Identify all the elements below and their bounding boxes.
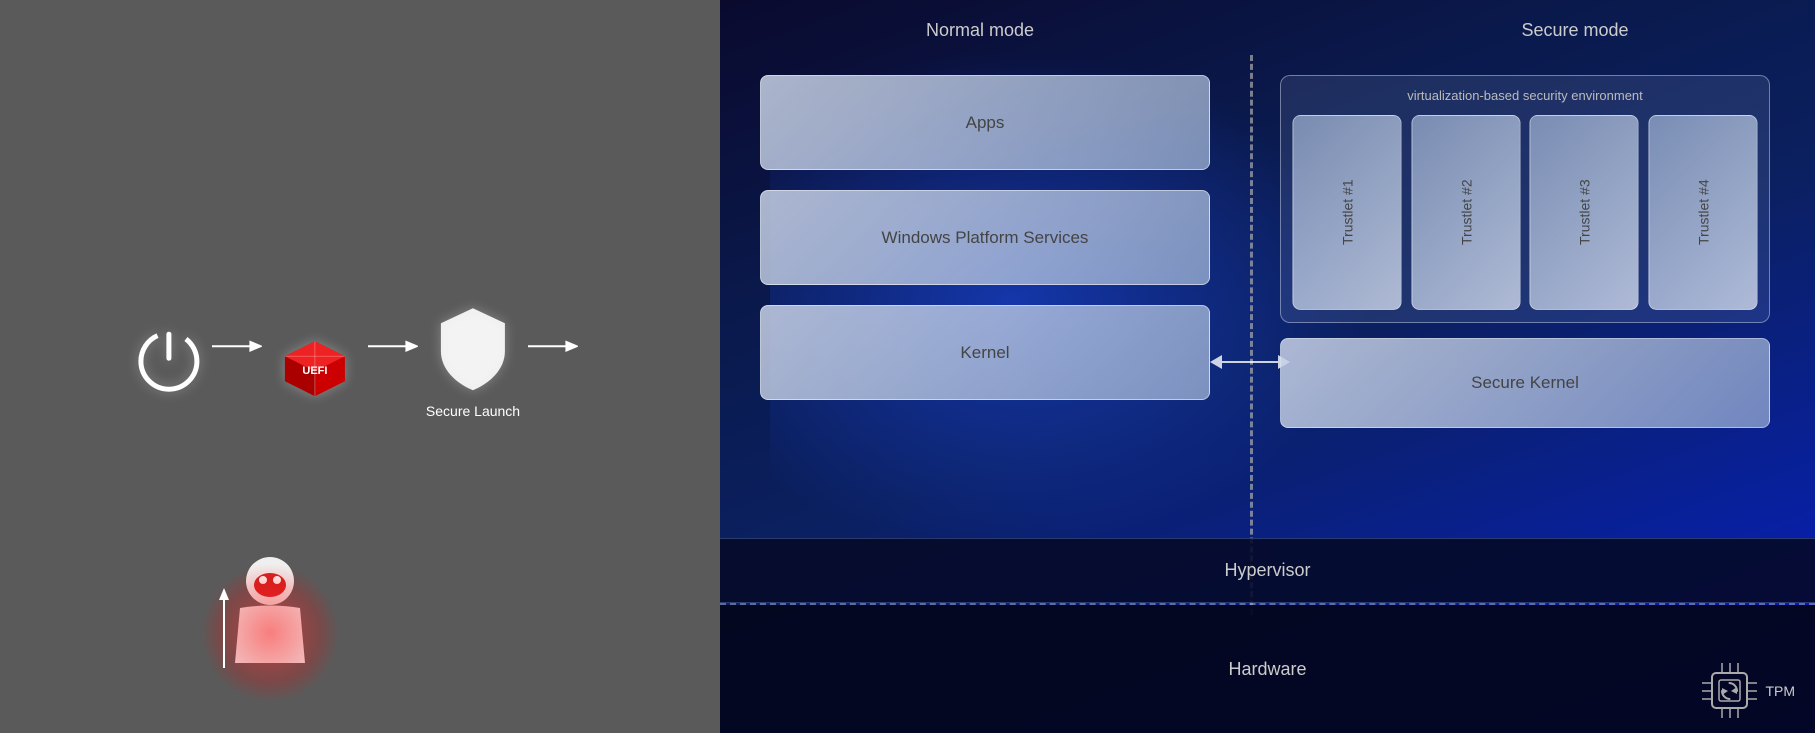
apps-box: Apps <box>760 75 1210 170</box>
wps-box: Windows Platform Services <box>760 190 1210 285</box>
uefi-icon-group: UEFI <box>270 316 360 406</box>
kernel-label: Kernel <box>960 343 1009 363</box>
normal-mode-area: Apps Windows Platform Services Kernel <box>760 75 1210 400</box>
tpm-chip-icon <box>1702 663 1757 718</box>
arrow-2 <box>368 336 418 356</box>
trustlet-3-label: Trustlet #3 <box>1576 180 1592 246</box>
kernel-box: Kernel <box>760 305 1210 400</box>
trustlet-2-box: Trustlet #2 <box>1412 115 1521 310</box>
hypervisor-bar: Hypervisor <box>720 538 1815 603</box>
secure-launch-label: Secure Launch <box>426 403 520 419</box>
shield-icon <box>433 303 513 393</box>
arrow-3 <box>528 336 578 356</box>
mode-labels: Normal mode Secure mode <box>740 20 1795 41</box>
hardware-label: Hardware <box>1228 659 1306 680</box>
shield-icon-group: Secure Launch <box>426 303 520 419</box>
left-panel: UEFI Secure Launch <box>0 0 720 733</box>
attacker-up-arrow <box>214 588 234 673</box>
trustlet-1-box: Trustlet #1 <box>1293 115 1402 310</box>
normal-mode-label: Normal mode <box>790 20 1170 41</box>
right-content: Normal mode Secure mode Apps Windows Pla… <box>720 0 1815 733</box>
vertical-divider <box>1250 55 1253 615</box>
right-panel: Normal mode Secure mode Apps Windows Pla… <box>720 0 1815 733</box>
trustlet-2-label: Trustlet #2 <box>1458 180 1474 246</box>
secure-kernel-box: Secure Kernel <box>1280 338 1770 428</box>
uefi-cube-icon: UEFI <box>270 316 360 406</box>
vbs-label: virtualization-based security environmen… <box>1293 88 1757 103</box>
wps-label: Windows Platform Services <box>882 228 1089 248</box>
hypervisor-label: Hypervisor <box>1224 560 1310 581</box>
power-icon-group <box>134 326 204 396</box>
apps-label: Apps <box>966 113 1005 133</box>
flow-diagram: UEFI Secure Launch <box>134 303 586 419</box>
trustlet-3-box: Trustlet #3 <box>1530 115 1639 310</box>
trustlet-4-box: Trustlet #4 <box>1649 115 1758 310</box>
secure-mode-label: Secure mode <box>1365 20 1785 41</box>
hardware-bar: Hardware <box>720 605 1815 733</box>
tpm-label: TPM <box>1765 683 1795 699</box>
attacker-area <box>220 553 320 673</box>
arrow-1 <box>212 336 262 356</box>
vbs-container: virtualization-based security environmen… <box>1280 75 1770 323</box>
secure-mode-area: virtualization-based security environmen… <box>1280 75 1770 428</box>
trustlets-row: Trustlet #1 Trustlet #2 Trustlet #3 Trus… <box>1293 115 1757 310</box>
power-icon <box>134 326 204 396</box>
trustlet-4-label: Trustlet #4 <box>1695 180 1711 246</box>
tpm-area: TPM <box>1702 663 1795 718</box>
trustlet-1-label: Trustlet #1 <box>1339 180 1355 246</box>
kernel-arrow <box>1210 347 1290 377</box>
secure-kernel-label: Secure Kernel <box>1471 373 1579 393</box>
